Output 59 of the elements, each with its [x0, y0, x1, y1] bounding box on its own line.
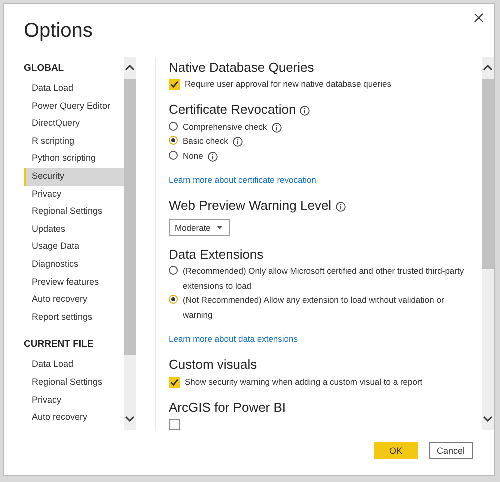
dialog-title: Options	[24, 20, 93, 43]
radio-label: (Not Recommended) Allow any extension to load without validation or warning	[183, 294, 446, 322]
sidebar-item[interactable]: Regional Settings	[24, 374, 124, 392]
sidebar-item[interactable]: Privacy	[24, 392, 124, 410]
sidebar-item[interactable]: R scripting	[24, 132, 124, 150]
sidebar-item[interactable]: Python scripting	[24, 150, 124, 168]
sidebar-item[interactable]: DirectQuery	[24, 115, 124, 133]
section-title: Native Database Queries	[169, 60, 314, 74]
learn-more-link[interactable]: Learn more about data extensions	[169, 334, 298, 344]
section-heading: CURRENT FILE	[24, 338, 95, 352]
radio-label: Comprehensive check	[183, 120, 268, 134]
radio-button[interactable]	[169, 266, 178, 275]
scrollbar-thumb[interactable]	[124, 79, 136, 355]
sidebar-item[interactable]: Data Load	[24, 80, 124, 98]
checkbox[interactable]	[169, 79, 180, 90]
close-icon	[474, 13, 484, 23]
learn-more-link[interactable]: Learn more about certificate revocation	[169, 175, 316, 185]
cancel-button[interactable]: Cancel	[429, 442, 473, 459]
checkbox[interactable]	[169, 419, 180, 430]
radio-button[interactable]	[169, 122, 178, 130]
sidebar-item[interactable]: Auto recovery	[24, 409, 124, 427]
checkmark-icon	[170, 378, 179, 386]
sidebar-item[interactable]: Privacy	[24, 186, 124, 204]
radio-label: Basic check	[183, 135, 228, 148]
sidebar-item[interactable]: Diagnostics	[24, 256, 124, 274]
sidebar-item[interactable]: Preview features	[24, 274, 124, 292]
ok-button[interactable]: OK	[374, 442, 418, 459]
radio-button[interactable]	[169, 295, 178, 304]
radio-button[interactable]	[169, 150, 178, 160]
sidebar-item[interactable]: Power Query Editor	[24, 98, 124, 116]
sidebar-item[interactable]: Updates	[24, 220, 124, 238]
sidebar-item[interactable]: Usage Data	[24, 238, 124, 256]
sidebar-item[interactable]: Regional Settings	[24, 203, 124, 221]
section-heading: GLOBAL	[24, 62, 66, 76]
section-title: Data Extensions	[169, 246, 264, 262]
section-title: Custom visuals	[169, 357, 258, 372]
warning-level-dropdown[interactable]: Moderate	[169, 219, 230, 236]
scroll-up-icon	[125, 65, 135, 71]
scroll-down-icon	[125, 416, 135, 422]
radio-button[interactable]	[169, 136, 178, 145]
sidebar-item[interactable]: Auto recovery	[24, 291, 124, 309]
scrollbar[interactable]	[124, 57, 136, 430]
section-title: Web Preview Warning Level	[169, 198, 332, 213]
radio-label: None	[183, 150, 204, 162]
checkbox[interactable]	[169, 376, 180, 388]
scrollbar[interactable]	[482, 57, 494, 430]
checkbox-label: Require user approval for new native database queries	[185, 78, 392, 91]
section-title: ArcGIS for Power BI	[169, 400, 286, 414]
scroll-up-icon	[483, 65, 493, 71]
caret-icon	[216, 226, 223, 230]
scroll-down-icon	[483, 416, 493, 422]
section-title: Certificate Revocation	[169, 102, 296, 117]
sidebar-item[interactable]: Security	[24, 168, 124, 186]
sidebar-item[interactable]: Report settings	[24, 308, 124, 326]
checkbox-label: Show security warning when adding a custom visual to a report	[185, 376, 423, 389]
radio-label: (Recommended) Only allow Microsoft certified and other trusted third-party extensions to load	[183, 265, 465, 292]
sidebar-item[interactable]: Data Load	[24, 356, 124, 374]
scrollbar-thumb[interactable]	[482, 79, 494, 269]
checkmark-icon	[170, 80, 179, 89]
